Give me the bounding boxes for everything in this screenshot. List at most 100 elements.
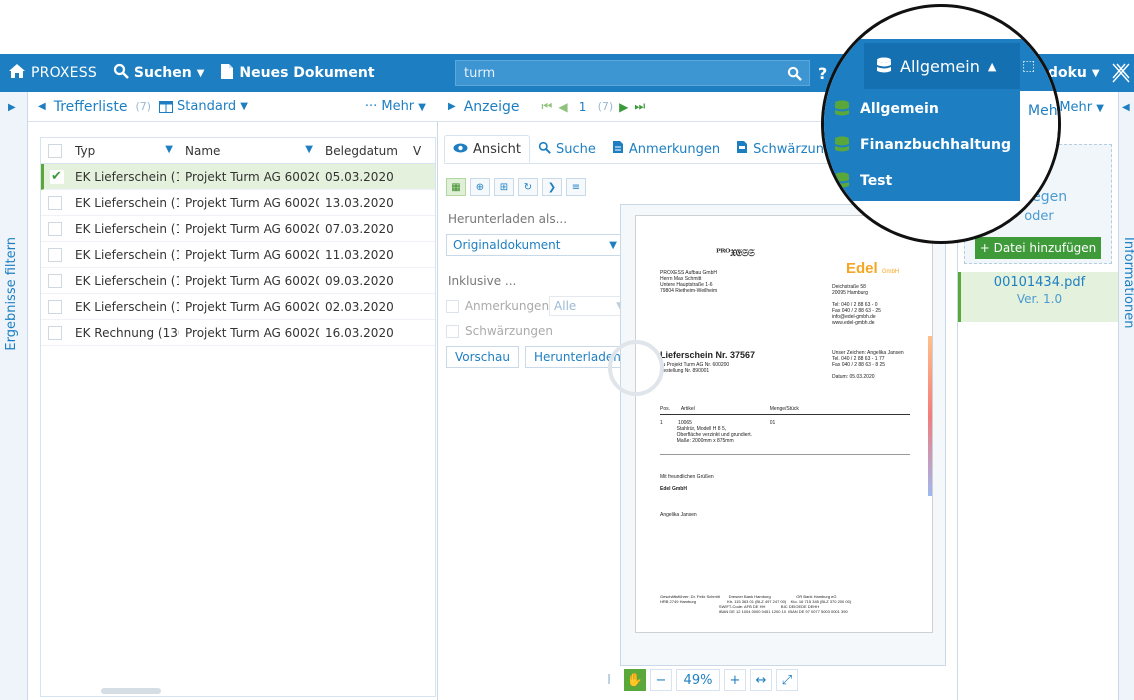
company-signature: Edel GmbH [660,486,687,492]
table-row[interactable]: ✔ EK Lieferschein (1... Projekt Turm AG … [41,164,435,190]
row-select-cell[interactable] [41,195,69,210]
row-checkbox[interactable] [48,221,62,236]
table-row[interactable]: EK Lieferschein (1... Projekt Turm AG 60… [41,216,435,242]
table-row[interactable]: EK Lieferschein (1... Projekt Turm AG 60… [41,242,435,268]
upload-more-menu[interactable]: Mehr ▼ [1059,100,1104,115]
row-checkbox[interactable] [48,273,62,288]
database-item-finanzbuchhaltung[interactable]: Finanzbuchhaltung [824,127,1020,163]
previous-document-icon[interactable]: ◀ [558,100,567,114]
hand-tool-button[interactable]: ✋ [624,669,646,691]
result-more-menu[interactable]: ··· Mehr ▼ [365,99,426,114]
search-submit-button[interactable] [779,60,809,86]
document-page[interactable]: ᴾᴿᴼ𝔛𝔈𝔖𝔖 PROXESS Aufbau GmbH Herrn Max Sc… [635,215,933,633]
plus-icon: + [729,672,741,688]
row-checkbox[interactable] [48,195,62,210]
first-document-icon[interactable]: ⏮ [542,99,553,114]
tab-ansicht[interactable]: Ansicht [444,135,531,163]
row-checkbox[interactable] [48,325,62,340]
tab-label: Ansicht [473,141,522,157]
new-document-button[interactable]: Neues Dokument [212,54,382,92]
search-menu-button[interactable]: Suchen ▼ [105,54,212,92]
global-search-input[interactable] [456,61,779,85]
document-footer: Geschäftsführer: Dr. Felix Schmitt Dresn… [660,594,852,614]
fit-button[interactable]: ⊞ [494,178,514,196]
table-row[interactable]: EK Lieferschein (1... Projekt Turm AG 60… [41,294,435,320]
column-header-name[interactable]: Name ▼ [179,144,319,158]
fit-width-button[interactable]: ↔ [750,669,772,691]
table-row[interactable]: EK Lieferschein (1... Projekt Turm AG 60… [41,268,435,294]
file-list-item[interactable]: 00101434.pdf Ver. 1.0 [958,272,1118,322]
database-item-test[interactable]: Test [824,163,1020,199]
page-icon: ❯ [547,181,557,193]
column-label: Name [185,143,221,158]
fullscreen-button[interactable]: ⤢ [776,669,798,691]
select-all-checkbox[interactable] [48,143,62,158]
zoom-out-button[interactable]: − [650,669,672,691]
cell-name: Projekt Turm AG 600200 [185,299,319,314]
row-select-cell[interactable] [41,247,69,262]
redactions-checkbox[interactable] [446,324,459,338]
cell-name: Projekt Turm AG 600200 [185,325,319,340]
select-all-cell[interactable] [41,143,69,158]
row-select-cell[interactable] [41,221,69,236]
preview-button[interactable]: Vorschau [446,346,519,368]
settings-button[interactable]: ≡ [566,178,586,196]
zoom-in-button[interactable]: + [724,669,746,691]
zoom-bar: I ✋ − 49% + ↔ ⤢ [598,668,798,692]
thumbnails-button[interactable]: ▦ [446,178,466,196]
column-header-typ[interactable]: Typ ▼ [69,144,179,158]
row-select-cell[interactable]: ✔ [44,169,69,184]
cell-date: 13.03.2020 [325,195,394,210]
cell-date: 02.03.2020 [325,299,394,314]
row-checkbox[interactable] [48,247,62,262]
annotations-select[interactable]: Alle ▼ [549,296,628,316]
upload-more-label: Mehr [1059,99,1093,115]
table-row[interactable]: EK Lieferschein (1... Projekt Turm AG 60… [41,190,435,216]
result-list-title: Trefferliste [53,98,128,115]
filter-rail[interactable]: ▶ Ergebnisse filtern [0,92,28,700]
expand-left-icon[interactable]: ◀ [1122,102,1130,113]
tab-suche[interactable]: Suche [530,135,604,163]
info-rail[interactable]: ◀ Informationen [1118,92,1134,700]
annotations-label: Anmerkungen [464,299,550,313]
caret-down-icon: ▼ [240,101,248,112]
zoom-button[interactable]: ⊕ [470,178,490,196]
fit-icon: ⊞ [499,181,509,193]
column-header-extra[interactable]: V [409,144,429,158]
download-format-select[interactable]: Originaldokument ▼ [446,234,624,256]
expand-right-icon[interactable]: ▶ [448,101,456,112]
home-button[interactable]: PROXESS [0,54,105,92]
annotations-checkbox[interactable] [446,299,459,313]
checkmark-icon[interactable]: ✔ [49,169,64,184]
collapse-left-icon[interactable]: ◀ [38,101,46,112]
download-as-label: Herunterladen als... [448,212,568,226]
row-checkbox[interactable] [48,299,62,314]
last-document-icon[interactable]: ⏭ [634,99,645,114]
next-document-icon[interactable]: ▶ [619,100,628,114]
caret-down-icon: ▼ [196,67,205,79]
text-cursor-icon[interactable]: I [598,669,620,691]
stamp-logo: ᴾᴿᴼ𝔛𝔈𝔖𝔖 [716,248,755,259]
row-select-cell[interactable] [41,299,69,314]
magnified-caret: ▾ [830,51,839,70]
column-header-date[interactable]: Belegdatum [319,144,409,158]
filter-icon[interactable]: ▼ [165,144,179,158]
row-select-cell[interactable] [41,273,69,288]
database-selector[interactable]: Allgemein ▲ [864,43,1020,89]
edge-gradient [928,336,932,496]
document-heading: Lieferschein Nr. 37567 [660,350,756,360]
zoom-level[interactable]: 49% [676,669,720,691]
result-more-label: ··· Mehr [364,99,415,114]
filter-results-label[interactable]: Ergebnisse filtern [4,237,19,351]
table-row[interactable]: EK Rechnung (130) Projekt Turm AG 600200… [41,320,435,346]
page-nav-button[interactable]: ❯ [542,178,562,196]
filter-icon[interactable]: ▼ [305,144,319,158]
rotate-button[interactable]: ↻ [518,178,538,196]
expand-right-icon[interactable]: ▶ [8,102,16,113]
information-label[interactable]: Informationen [1121,237,1134,329]
row-select-cell[interactable] [41,325,69,340]
database-item-allgemein[interactable]: Allgemein [824,91,1020,127]
view-selector[interactable]: Standard ▼ [159,99,248,114]
tab-anmerkungen[interactable]: Anmerkungen [604,135,728,163]
horizontal-scrollbar[interactable] [101,688,161,694]
